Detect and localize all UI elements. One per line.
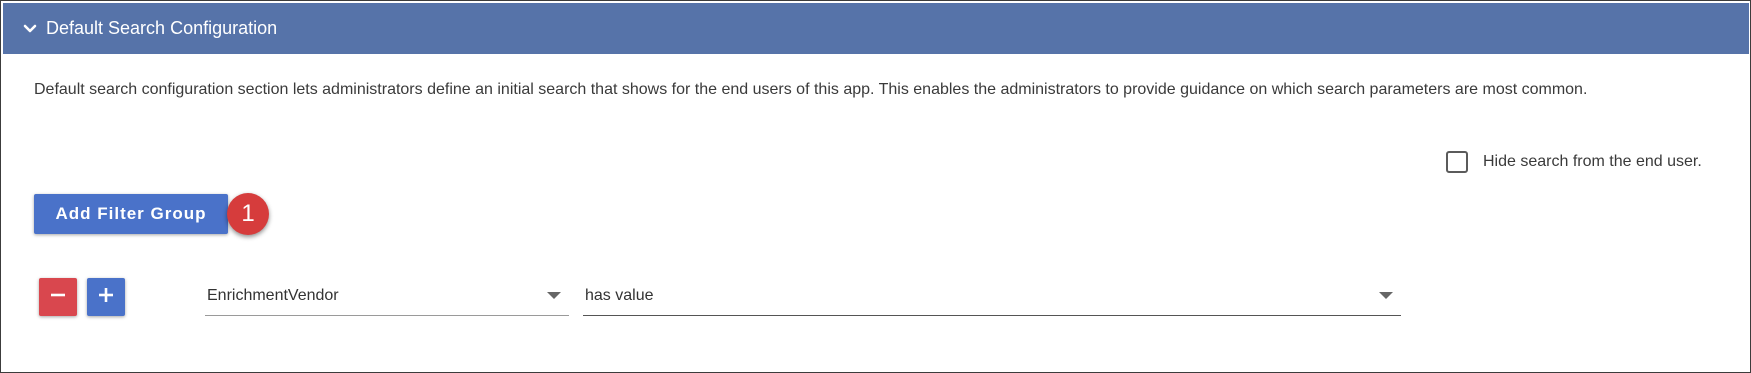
add-filter-group-button[interactable]: Add Filter Group — [34, 194, 228, 234]
plus-icon — [96, 285, 116, 310]
hide-search-option[interactable]: Hide search from the end user. — [1446, 151, 1702, 173]
section-title: Default Search Configuration — [46, 18, 278, 38]
default-search-config-panel: Default Search Configuration Default sea… — [0, 0, 1751, 373]
filter-operator-value: has value — [585, 287, 654, 304]
chevron-down-icon[interactable] — [23, 22, 37, 36]
dropdown-caret-icon[interactable] — [547, 292, 561, 299]
filter-field-value: EnrichmentVendor — [207, 287, 339, 304]
filter-operator-select[interactable]: has value — [583, 277, 1401, 316]
hide-search-checkbox[interactable] — [1446, 151, 1468, 173]
add-filter-button[interactable] — [87, 278, 125, 316]
section-description: Default search configuration section let… — [34, 81, 1588, 98]
minus-icon — [48, 285, 68, 310]
step-callout-badge: 1 — [227, 193, 269, 235]
hide-search-label: Hide search from the end user. — [1483, 153, 1702, 170]
section-header[interactable]: Default Search Configuration — [3, 3, 1749, 54]
remove-filter-button[interactable] — [39, 278, 77, 316]
filter-field-select[interactable]: EnrichmentVendor — [205, 277, 569, 316]
dropdown-caret-icon[interactable] — [1379, 292, 1393, 299]
